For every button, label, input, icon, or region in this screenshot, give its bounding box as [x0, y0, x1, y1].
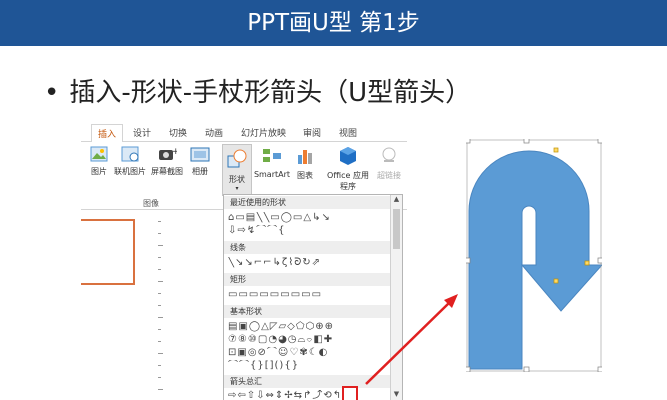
tab-slideshow[interactable]: 幻灯片放映: [241, 126, 286, 139]
group-label-images: 图像: [143, 199, 159, 208]
basic-shapes-row-2[interactable]: ⑦⑧⑩▢◔◕◷⌓⌔◧✚: [228, 334, 390, 346]
hyperlink-button[interactable]: 超链接: [375, 146, 403, 181]
block-arrows-header: 箭头总汇: [224, 375, 390, 388]
tab-review[interactable]: 审阅: [303, 126, 321, 139]
shapes-dropdown-menu: 最近使用的形状 ⌂▭▤╲╲▭◯▭△↳↘ ⇩⇨↯⌒⌒{ 线条 ╲↘↘⌐⌐↳ζ⌇ᘐ↻…: [223, 194, 403, 400]
tab-view[interactable]: 视图: [339, 126, 357, 139]
recent-shapes-row[interactable]: ⌂▭▤╲╲▭◯▭△↳↘: [228, 212, 390, 224]
svg-text:+: +: [172, 147, 177, 157]
tab-design[interactable]: 设计: [133, 126, 151, 139]
rectangles-row[interactable]: ▭▭▭▭▭▭▭▭▭: [228, 289, 390, 301]
basic-shapes-row-3[interactable]: ⊡▣◎⊘⌒☺♡✾☾◐: [228, 347, 390, 359]
slide-title-bar: PPT画U型 第1步: [0, 0, 667, 46]
hyperlink-icon: [382, 147, 396, 162]
ribbon-screenshot: 插入 设计 切换 动画 幻灯片放映 审阅 视图 图片 联机图片 + 屏幕截图 相…: [81, 122, 407, 400]
online-picture-button[interactable]: 联机图片: [113, 146, 147, 177]
shapes-button[interactable]: 形状 ▾: [222, 144, 252, 196]
basic-shapes-header: 基本形状: [224, 305, 390, 318]
scroll-up-icon[interactable]: ▲: [391, 195, 402, 206]
smartart-icon: [263, 149, 281, 162]
tab-insert[interactable]: 插入: [91, 124, 124, 143]
recent-shapes-row-2[interactable]: ⇩⇨↯⌒⌒{: [228, 225, 390, 237]
screenshot-icon: +: [159, 147, 180, 160]
basic-shapes-row[interactable]: ▤▣◯△◸▱◇⬠⬡⊕⊕: [228, 321, 390, 333]
chart-icon: [298, 150, 312, 164]
chart-label: 图表: [297, 171, 313, 180]
slide-title: PPT画U型 第1步: [247, 10, 420, 36]
lines-header: 线条: [224, 241, 390, 254]
vertical-ruler: [155, 211, 165, 400]
u-turn-arrow-highlight[interactable]: [342, 386, 358, 400]
shapes-dropdown-icon: ▾: [235, 185, 239, 192]
recent-shapes-header: 最近使用的形状: [224, 196, 390, 209]
block-arrows-row[interactable]: ⇨⇦⇧⇩⇔⇕✢⇆↱⤴⟲↰: [228, 390, 390, 400]
office-apps-icon: [340, 147, 356, 165]
shapes-icon: [227, 149, 247, 168]
smartart-label: SmartArt: [253, 170, 291, 179]
u-turn-arrow-shape[interactable]: [466, 139, 602, 372]
tab-transitions[interactable]: 切换: [169, 126, 187, 139]
bullet-dot: •: [44, 78, 60, 108]
picture-icon: [90, 146, 108, 162]
chart-button[interactable]: 图表: [293, 146, 317, 181]
tab-animations[interactable]: 动画: [205, 126, 223, 139]
slide-thumbnail-edge: [81, 219, 135, 285]
office-apps-button[interactable]: Office 应用程序: [325, 146, 371, 192]
bullet-point: • 插入-形状-手杖形箭头（U型箭头）: [44, 72, 471, 109]
screenshot-button[interactable]: + 屏幕截图: [149, 146, 185, 177]
office-apps-label: Office 应用程序: [327, 171, 369, 191]
smartart-button[interactable]: SmartArt: [253, 146, 291, 179]
ribbon-tabs: 插入 设计 切换 动画 幻灯片放映 审阅 视图: [81, 122, 407, 143]
album-label: 相册: [192, 167, 208, 176]
album-icon: [190, 147, 210, 162]
online-picture-label: 联机图片: [114, 167, 146, 176]
lines-row[interactable]: ╲↘↘⌐⌐↳ζ⌇ᘐ↻⇗: [228, 257, 390, 269]
picture-label: 图片: [91, 167, 107, 176]
basic-shapes-row-4[interactable]: ⌒⌒{}[](){}: [228, 360, 390, 372]
bullet-text: 插入-形状-手杖形箭头（U型箭头）: [69, 78, 472, 108]
album-button[interactable]: 相册: [187, 146, 213, 177]
scroll-thumb[interactable]: [393, 209, 400, 249]
hyperlink-label: 超链接: [377, 171, 401, 180]
menu-scrollbar[interactable]: ▲ ▼: [390, 195, 402, 400]
online-picture-icon: [121, 146, 139, 162]
screenshot-label: 屏幕截图: [151, 167, 183, 176]
picture-button[interactable]: 图片: [87, 146, 111, 177]
rectangles-header: 矩形: [224, 273, 390, 286]
scroll-down-icon[interactable]: ▼: [391, 390, 402, 400]
shapes-label: 形状: [229, 175, 245, 184]
